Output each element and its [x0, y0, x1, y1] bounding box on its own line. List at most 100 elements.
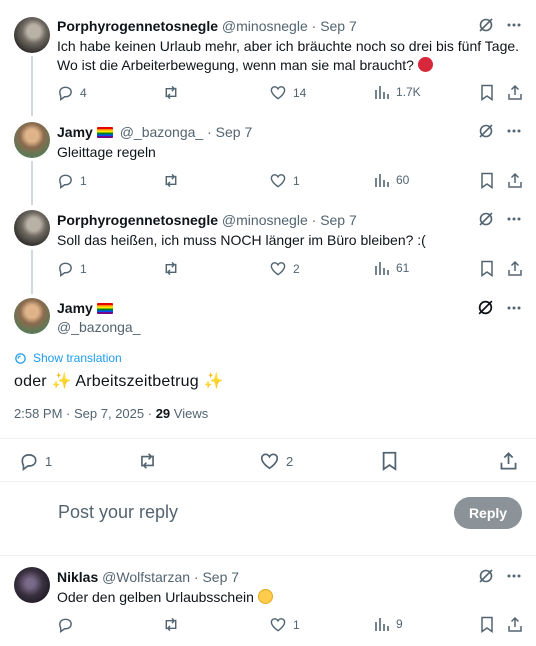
views-action[interactable]: 61 [374, 260, 409, 276]
views-action[interactable]: 60 [374, 172, 409, 188]
reply-action[interactable] [57, 616, 80, 633]
repost-action[interactable] [162, 616, 180, 633]
reply-icon [59, 174, 72, 189]
display-name[interactable]: Jamy [57, 124, 93, 140]
grok-icon[interactable] [478, 211, 494, 227]
repost-icon [165, 617, 177, 632]
post-header: Niklas @Wolfstarzan · Sep 7 [57, 568, 239, 586]
like-action[interactable]: 1 [269, 616, 300, 633]
user-handle[interactable]: @minosnegle [222, 212, 308, 228]
post-full-date[interactable]: Sep 7, 2025 [74, 406, 144, 421]
rainbow-flag-icon [96, 303, 113, 314]
main-post-text: oder ✨ Arbeitszeitbetrug ✨ [14, 371, 224, 393]
avatar[interactable] [14, 298, 50, 334]
reply-count: 1 [45, 453, 53, 469]
action-bar: 1 2 61 [57, 260, 523, 280]
divider [0, 481, 536, 482]
avatar[interactable] [14, 567, 50, 603]
heart-icon [270, 174, 286, 188]
user-handle[interactable]: @_bazonga_ [120, 124, 204, 140]
share-action[interactable] [507, 172, 523, 189]
repost-action[interactable] [162, 260, 186, 277]
main-text-pre: oder [14, 373, 47, 390]
heart-icon [270, 86, 286, 100]
reply-action[interactable]: 1 [57, 260, 87, 277]
post-header: Jamy @_bazonga_ · Sep 7 [57, 123, 252, 141]
more-icon[interactable] [506, 17, 522, 33]
post-date[interactable]: Sep 7 [320, 18, 357, 34]
user-handle[interactable]: @_bazonga_ [57, 319, 141, 335]
share-action[interactable] [507, 616, 523, 633]
views-action[interactable]: 1.7K [374, 84, 421, 100]
avatar[interactable] [14, 122, 50, 158]
like-count: 14 [293, 85, 307, 100]
separator: · [66, 406, 74, 421]
angry-face-icon [417, 57, 433, 72]
reply-input[interactable]: Post your reply [58, 502, 178, 523]
share-action[interactable] [499, 451, 518, 471]
like-action[interactable]: 2 [259, 451, 293, 471]
separator: · [207, 124, 212, 140]
bookmark-action[interactable] [479, 172, 495, 189]
display-name[interactable]: Porphyrogennetosnegle [57, 18, 218, 34]
repost-action[interactable] [162, 84, 186, 101]
views-action[interactable]: 9 [374, 616, 403, 632]
repost-action[interactable] [162, 172, 186, 189]
avatar[interactable] [14, 17, 50, 53]
share-icon [500, 452, 517, 470]
display-name[interactable]: Niklas [57, 569, 98, 585]
rainbow-flag-icon [96, 127, 113, 138]
like-action[interactable]: 2 [269, 260, 300, 277]
reply-count: 1 [80, 173, 87, 188]
thread-line [31, 250, 33, 294]
reply-action[interactable]: 1 [19, 451, 52, 471]
bookmark-icon [481, 84, 493, 101]
separator: · [193, 569, 199, 585]
grok-icon[interactable] [478, 123, 494, 139]
repost-action[interactable] [137, 451, 158, 471]
repost-icon [165, 261, 177, 276]
post-date[interactable]: Sep 7 [320, 212, 357, 228]
like-count: 1 [293, 617, 300, 632]
like-action[interactable]: 14 [269, 84, 306, 101]
views-icon [375, 86, 389, 99]
bookmark-action[interactable] [479, 260, 495, 277]
main-post-handle-line: @_bazonga_ [57, 318, 141, 336]
more-icon[interactable] [506, 568, 522, 584]
reply-action[interactable]: 1 [57, 172, 87, 189]
action-bar: 4 14 1.7K [57, 84, 523, 104]
heart-icon [270, 618, 286, 632]
display-name[interactable]: Jamy [57, 300, 93, 316]
views-icon [375, 174, 389, 187]
post-time[interactable]: 2:58 PM [14, 406, 62, 421]
post-text-line: Ich habe keinen Urlaub mehr, aber ich br… [57, 38, 520, 54]
grok-icon[interactable] [478, 17, 494, 33]
sparkles-icon: ✨ [203, 373, 224, 390]
avatar[interactable] [14, 210, 50, 246]
bookmark-action[interactable] [380, 451, 399, 471]
post-text: Soll das heißen, ich muss NOCH länger im… [57, 232, 426, 248]
views-count: 60 [396, 173, 410, 187]
more-icon[interactable] [506, 123, 522, 139]
grok-icon[interactable] [478, 568, 494, 584]
reply-button[interactable]: Reply [454, 497, 522, 529]
user-handle[interactable]: @Wolfstarzan [102, 569, 190, 585]
share-action[interactable] [507, 84, 523, 101]
show-translation-link[interactable]: Show translation [14, 351, 122, 365]
grok-icon[interactable] [477, 299, 494, 316]
views-icon [375, 618, 389, 631]
reply-count: 4 [80, 85, 87, 100]
post-date[interactable]: Sep 7 [202, 569, 239, 585]
display-name[interactable]: Porphyrogennetosnegle [57, 212, 218, 228]
bookmark-action[interactable] [479, 84, 495, 101]
more-icon[interactable] [506, 211, 522, 227]
more-icon[interactable] [506, 300, 522, 316]
like-count: 2 [286, 453, 294, 469]
repost-icon [165, 85, 177, 100]
post-date[interactable]: Sep 7 [216, 124, 253, 140]
like-action[interactable]: 1 [269, 172, 300, 189]
share-action[interactable] [507, 260, 523, 277]
bookmark-action[interactable] [479, 616, 495, 633]
user-handle[interactable]: @minosnegle [222, 18, 308, 34]
reply-action[interactable]: 4 [57, 84, 87, 101]
